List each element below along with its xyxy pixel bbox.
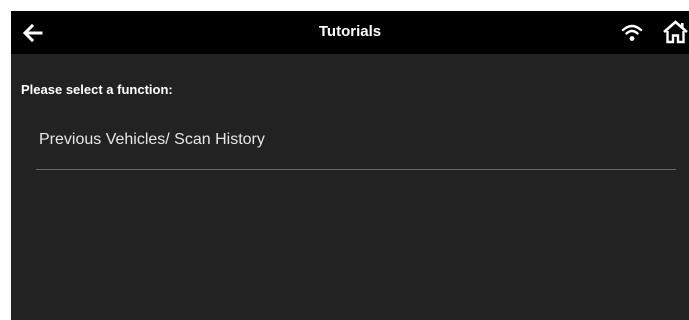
- home-icon: [663, 20, 688, 44]
- wifi-icon: [621, 24, 643, 42]
- divider: [36, 169, 676, 170]
- select-function-prompt: Please select a function:: [21, 82, 173, 97]
- list-item-previous-vehicles[interactable]: Previous Vehicles/ Scan History: [36, 121, 676, 171]
- list-item-label: Previous Vehicles/ Scan History: [39, 131, 265, 148]
- home-button[interactable]: [662, 20, 689, 44]
- header-bar: Tutorials: [11, 11, 689, 54]
- app-screen: Tutorials Please select a function: Prev…: [11, 11, 689, 320]
- page-title: Tutorials: [318, 23, 382, 40]
